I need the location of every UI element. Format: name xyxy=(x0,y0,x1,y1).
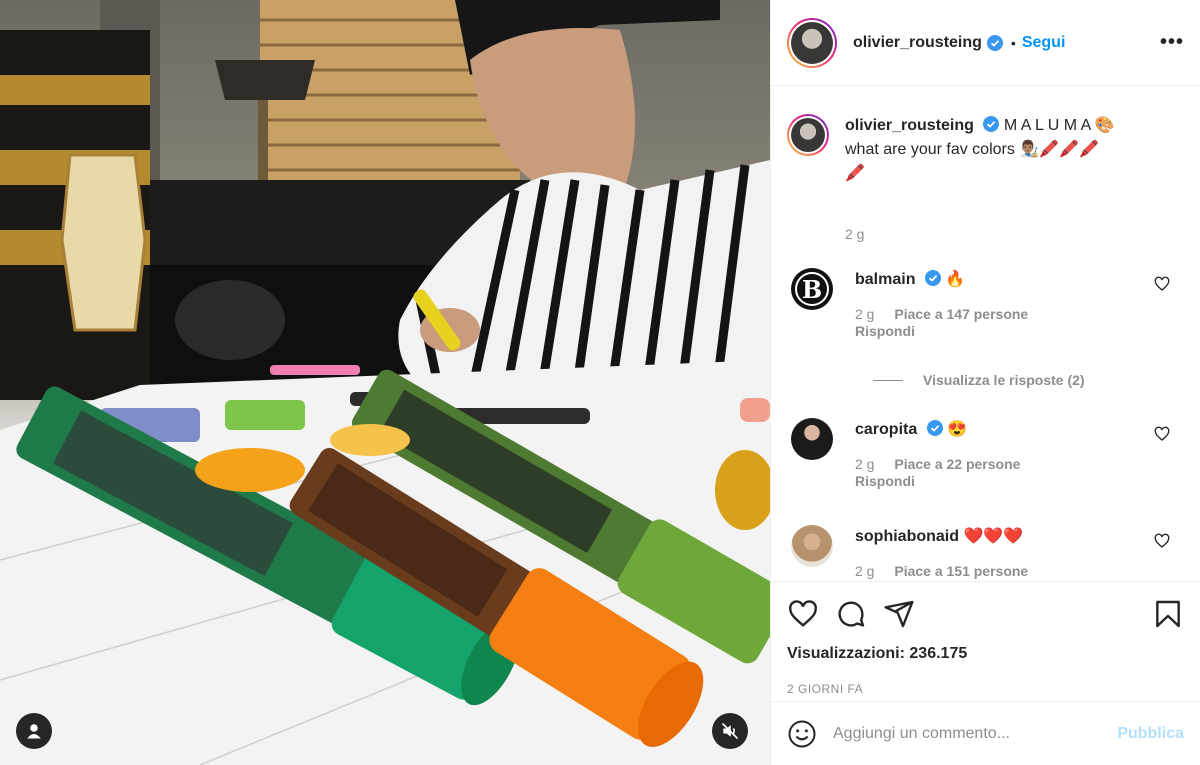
view-count[interactable]: Visualizzazioni: 236.175 xyxy=(787,645,1184,663)
comment-avatar[interactable] xyxy=(791,418,833,460)
post-dialog: olivier_rousteing • Segui ••• olivier_ro… xyxy=(0,0,1200,765)
comment-text: 🔥 xyxy=(945,271,966,288)
comment-likes[interactable]: Piace a 147 persone xyxy=(894,306,1028,322)
user-tag-icon xyxy=(27,724,41,739)
comment-likes[interactable]: Piace a 151 persone xyxy=(894,563,1028,579)
balmain-logo: B xyxy=(795,272,829,306)
comment-heart-icon[interactable] xyxy=(1154,533,1170,549)
comment-heart-icon[interactable] xyxy=(1154,276,1170,292)
reply-button[interactable]: Rispondi xyxy=(855,323,1184,339)
comment-avatar[interactable]: B xyxy=(791,268,833,310)
share-icon[interactable] xyxy=(883,598,915,630)
caption: olivier_rousteing M A L U M A 🎨 what are… xyxy=(787,114,1184,242)
comment-username[interactable]: sophiabonaid xyxy=(855,528,959,545)
post-timestamp[interactable]: 2 GIORNI FA xyxy=(787,682,1184,696)
caption-time: 2 g xyxy=(845,226,865,242)
publish-button[interactable]: Pubblica xyxy=(1117,725,1184,743)
comment-item: B balmain 🔥 2 g Piace a 147 persone Risp… xyxy=(787,268,1184,339)
comment-time: 2 g xyxy=(855,456,875,472)
comment-time: 2 g xyxy=(855,306,875,322)
post-header: olivier_rousteing • Segui ••• xyxy=(771,0,1200,86)
verified-icon xyxy=(983,116,1000,132)
comment-time: 2 g xyxy=(855,563,875,579)
caption-text: olivier_rousteing M A L U M A 🎨 what are… xyxy=(845,114,1184,186)
view-replies-label: Visualizza le risposte (2) xyxy=(923,372,1085,388)
mute-button[interactable] xyxy=(712,713,748,749)
caption-line-3: 🖍️ xyxy=(845,165,865,182)
comment-heart-icon[interactable] xyxy=(1154,426,1170,442)
emoji-icon[interactable] xyxy=(787,719,817,749)
comment-username[interactable]: balmain xyxy=(855,271,915,288)
verified-icon xyxy=(924,270,941,286)
comment-input[interactable] xyxy=(833,724,1118,743)
comment-item: caropita 😍 2 g Piace a 22 persone Rispon… xyxy=(787,418,1184,489)
user-tag-button[interactable] xyxy=(16,713,52,749)
comment-text: 😍 xyxy=(947,421,968,438)
post-video[interactable] xyxy=(0,0,770,765)
replies-divider xyxy=(873,379,903,381)
heart-icon[interactable] xyxy=(787,598,819,630)
bookmark-icon[interactable] xyxy=(1152,598,1184,630)
author-avatar[interactable] xyxy=(787,17,837,68)
post-actions: Visualizzazioni: 236.175 2 GIORNI FA xyxy=(771,581,1200,701)
mute-icon xyxy=(721,722,739,740)
follow-button[interactable]: Segui xyxy=(1022,34,1066,52)
comment-item: sophiabonaid ❤️❤️❤️ 2 g Piace a 151 pers… xyxy=(787,525,1184,579)
reply-button[interactable]: Rispondi xyxy=(855,473,1184,489)
view-replies-button[interactable]: Visualizza le risposte (2) xyxy=(873,372,1184,388)
comment-avatar[interactable] xyxy=(791,525,833,567)
comment-composer: Pubblica xyxy=(771,701,1200,765)
separator-dot: • xyxy=(1010,34,1016,51)
caption-line-2: what are your fav colors 👨🏽‍🎨🖍️🖍️🖍️ xyxy=(845,141,1099,158)
caption-avatar[interactable] xyxy=(787,114,829,156)
caption-line-1: M A L U M A 🎨 xyxy=(1003,117,1115,134)
comment-text: ❤️❤️❤️ xyxy=(963,528,1024,545)
video-frame xyxy=(0,0,770,765)
verified-icon xyxy=(926,420,943,436)
author-username[interactable]: olivier_rousteing xyxy=(853,34,982,52)
comments-list[interactable]: olivier_rousteing M A L U M A 🎨 what are… xyxy=(771,86,1200,581)
comment-icon[interactable] xyxy=(835,598,867,630)
more-icon[interactable]: ••• xyxy=(1160,31,1184,54)
verified-icon xyxy=(986,34,1003,51)
comment-username[interactable]: caropita xyxy=(855,421,917,438)
comment-likes[interactable]: Piace a 22 persone xyxy=(894,456,1020,472)
caption-username[interactable]: olivier_rousteing xyxy=(845,117,974,134)
post-side-panel: olivier_rousteing • Segui ••• olivier_ro… xyxy=(770,0,1200,765)
